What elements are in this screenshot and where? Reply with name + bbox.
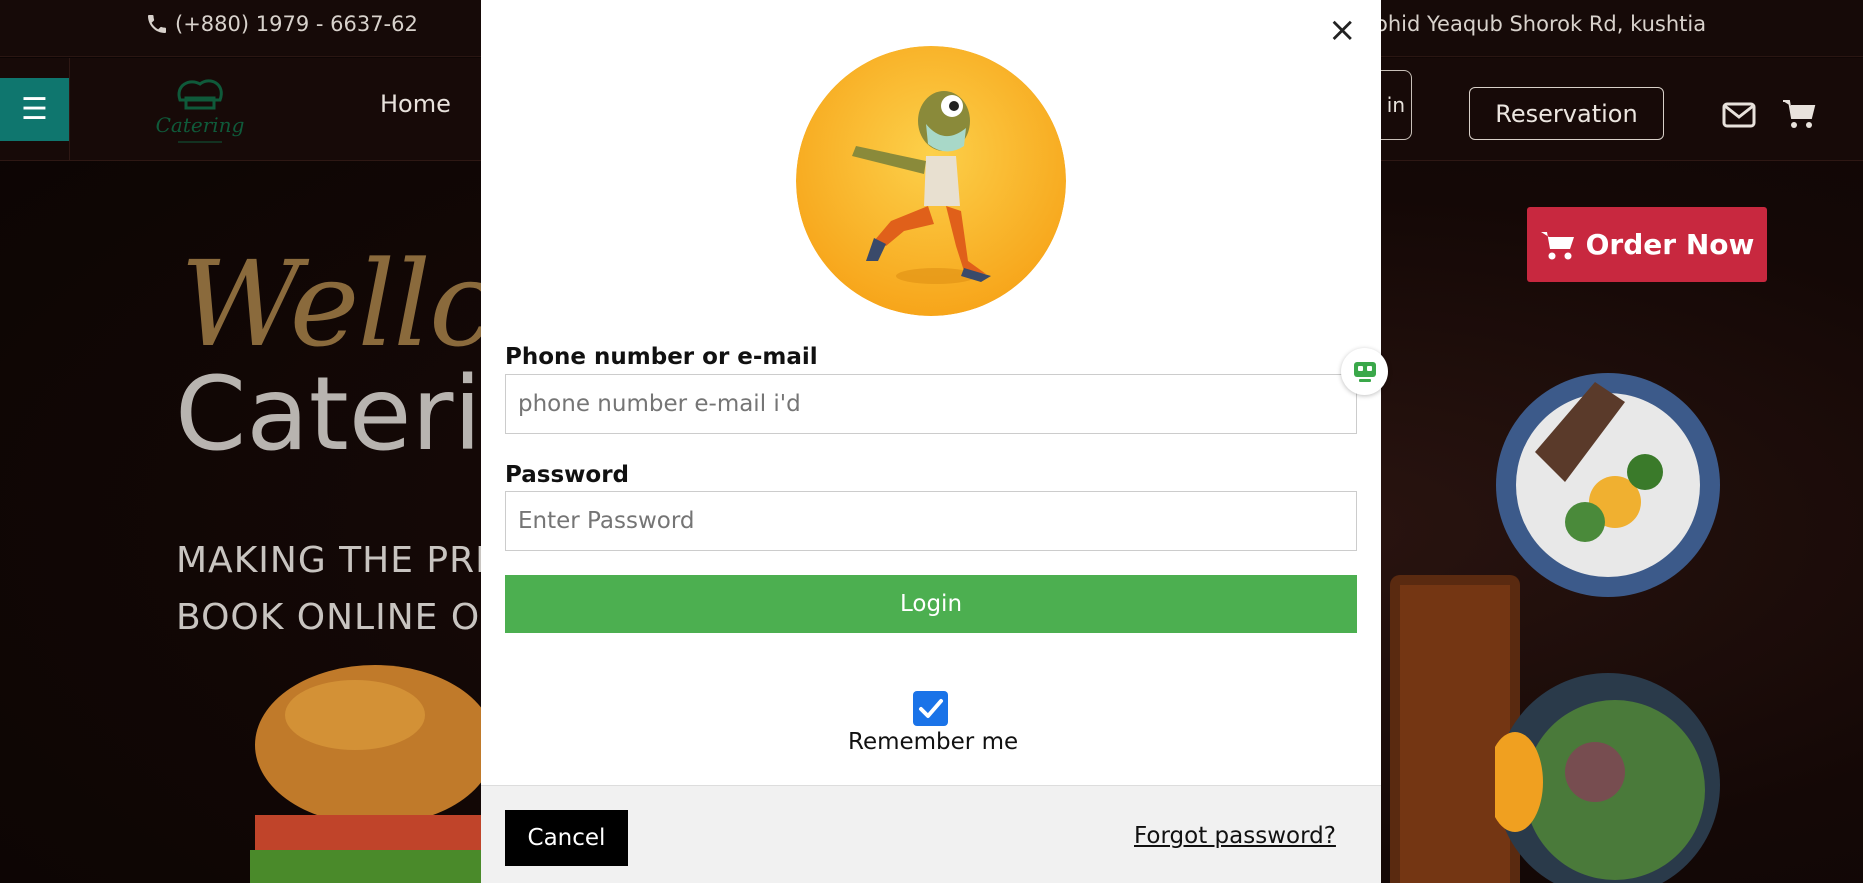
logo-text: Catering [156, 113, 245, 137]
hero-subtitle-line1: MAKING THE PRE [176, 540, 499, 581]
close-icon[interactable]: × [1328, 13, 1357, 47]
mail-icon[interactable] [1722, 101, 1756, 129]
login-nav-label: in [1386, 93, 1405, 117]
helper-widget-icon [1353, 361, 1376, 382]
phone-icon [148, 15, 166, 33]
login-button[interactable]: Login [505, 575, 1357, 633]
reservation-button[interactable]: Reservation [1469, 87, 1664, 140]
address-text: ohid Yeaqub Shorok Rd, kushtia [1375, 12, 1707, 36]
order-now-label: Order Now [1585, 228, 1755, 261]
check-icon [918, 698, 943, 718]
nav-home-link[interactable]: Home [380, 90, 451, 118]
phone-text: (+880) 1979 - 6637-62 [175, 12, 418, 36]
menu-toggle-button[interactable]: ☰ [0, 78, 69, 141]
helper-widget-button[interactable] [1341, 348, 1388, 395]
cancel-button[interactable]: Cancel [505, 810, 628, 866]
cart-icon [1540, 231, 1574, 259]
remember-me-checkbox[interactable] [913, 691, 948, 726]
phone-contact: (+880) 1979 - 6637-62 [145, 12, 418, 36]
catering-logo[interactable]: Catering [150, 70, 250, 150]
forgot-password-link[interactable]: Forgot password? [1134, 823, 1336, 849]
menu-icon: ☰ [21, 92, 48, 127]
order-now-button[interactable]: Order Now [1527, 207, 1767, 282]
avatar-image [796, 46, 1066, 316]
username-label: Phone number or e-mail [505, 344, 818, 370]
hero-title: Caterir [175, 355, 524, 474]
password-input[interactable] [505, 491, 1357, 551]
hero-subtitle-line2: BOOK ONLINE OF [176, 597, 502, 638]
food-plate-image-2 [1495, 673, 1720, 883]
nav-divider [69, 58, 70, 161]
burger-image [250, 665, 500, 883]
password-label: Password [505, 462, 629, 488]
cart-icon[interactable] [1782, 98, 1816, 130]
remember-me-label[interactable]: Remember me [848, 729, 1018, 755]
username-input[interactable] [505, 374, 1357, 434]
food-plate-image-1 [1496, 373, 1720, 597]
